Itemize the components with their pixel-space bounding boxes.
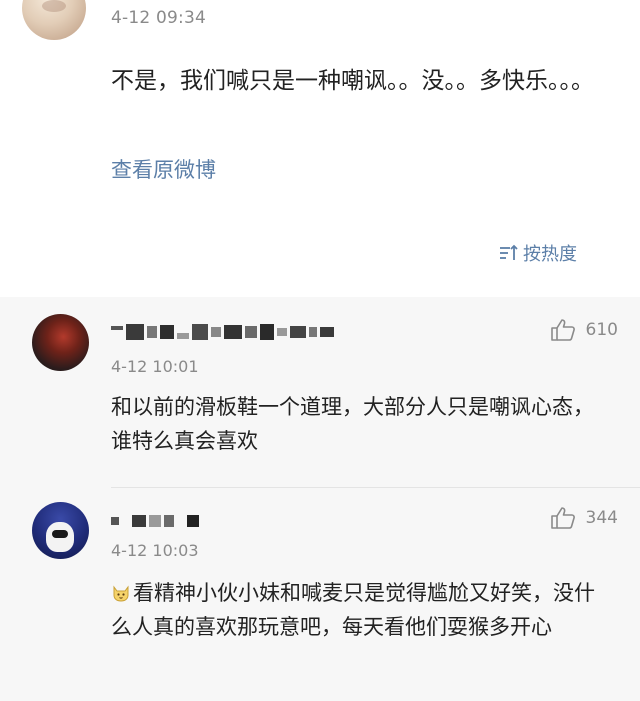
commenter-avatar[interactable] bbox=[32, 502, 89, 559]
thumbs-up-icon bbox=[550, 318, 576, 342]
post-author-avatar[interactable] bbox=[22, 0, 86, 40]
post-timestamp: 4-12 09:34 bbox=[111, 8, 206, 28]
like-count: 610 bbox=[585, 320, 618, 340]
comment-body: 和以前的滑板鞋一个道理，大部分人只是嘲讽心态，谁特么真会喜欢 bbox=[111, 395, 594, 453]
like-button[interactable]: 610 bbox=[550, 318, 618, 342]
view-original-weibo-link[interactable]: 查看原微博 bbox=[111, 154, 216, 184]
comment-item: 4-12 10:01 610 和以前的滑板鞋一个道理，大部分人只是嘲讽心态，谁特… bbox=[0, 297, 640, 487]
comment-timestamp: 4-12 10:01 bbox=[111, 357, 199, 376]
sort-icon bbox=[499, 244, 519, 262]
thumbs-up-icon bbox=[550, 506, 576, 530]
like-button[interactable]: 344 bbox=[550, 506, 618, 530]
comment-timestamp: 4-12 10:03 bbox=[111, 541, 199, 560]
commenter-name-redacted[interactable] bbox=[111, 510, 199, 532]
comments-list: 4-12 10:01 610 和以前的滑板鞋一个道理，大部分人只是嘲讽心态，谁特… bbox=[0, 297, 640, 701]
commenter-name-redacted[interactable] bbox=[111, 321, 334, 343]
sort-by-popularity-button[interactable]: 按热度 bbox=[499, 240, 577, 266]
cat-emoji-icon bbox=[111, 579, 131, 602]
original-post: 4-12 09:34 不是，我们喊只是一种嘲讽。。没。。多快乐。。。 查看原微博… bbox=[0, 0, 640, 297]
comment-body: 看精神小伙小妹和喊麦只是觉得尴尬又好笑，没什么人真的喜欢那玩意吧，每天看他们耍猴… bbox=[111, 576, 611, 644]
like-count: 344 bbox=[585, 508, 618, 528]
comment-item: 4-12 10:03 344 看精神小伙小妹和喊麦只是觉得尴尬又好笑，没什么人真… bbox=[0, 488, 640, 701]
commenter-avatar[interactable] bbox=[32, 314, 89, 371]
post-body: 不是，我们喊只是一种嘲讽。。没。。多快乐。。。 bbox=[111, 68, 594, 94]
sort-label: 按热度 bbox=[523, 244, 577, 265]
comment-text: 看精神小伙小妹和喊麦只是觉得尴尬又好笑，没什么人真的喜欢那玩意吧，每天看他们耍猴… bbox=[111, 581, 595, 639]
